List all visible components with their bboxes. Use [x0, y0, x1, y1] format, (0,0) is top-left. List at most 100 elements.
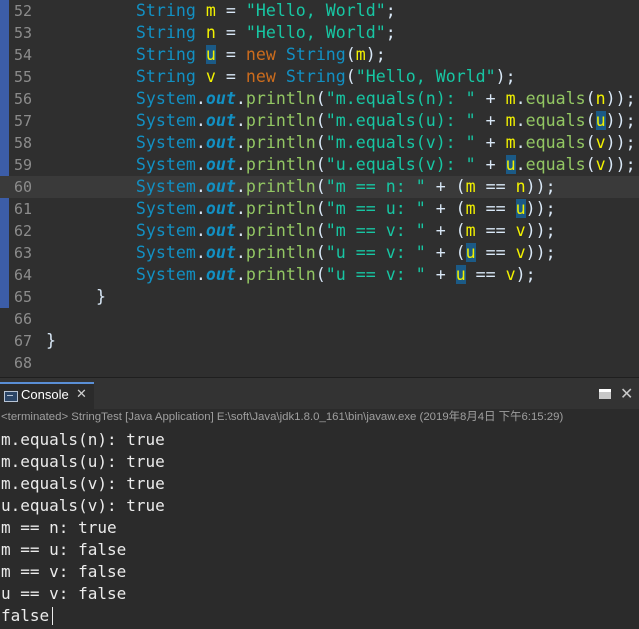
code-token: String — [285, 45, 346, 64]
output-line: false — [1, 606, 50, 625]
code-token: equals — [525, 89, 586, 108]
output-line: u == v: false — [1, 584, 127, 603]
code-text: System.out.println("m.equals(v): " + m.e… — [46, 132, 636, 154]
code-token: ( — [315, 177, 326, 196]
code-token: new — [245, 45, 276, 64]
code-token: v — [595, 133, 606, 152]
code-token: System — [135, 133, 196, 152]
code-token: ); — [515, 265, 536, 284]
code-token: u — [505, 155, 516, 174]
code-token: out — [205, 89, 236, 108]
code-token: m — [465, 177, 476, 196]
maximize-icon[interactable] — [599, 389, 611, 399]
code-token: u — [455, 265, 466, 284]
code-token: ; — [385, 1, 396, 20]
code-token: u — [205, 45, 216, 64]
code-token: ( — [315, 221, 326, 240]
code-token: ( — [585, 111, 596, 130]
line-number: 59 — [13, 156, 32, 174]
code-line[interactable]: 63 System.out.println("u == v: " + (u ==… — [0, 242, 639, 264]
code-line[interactable]: 58 System.out.println("m.equals(v): " + … — [0, 132, 639, 154]
code-token: ( — [345, 67, 356, 86]
code-token: . — [195, 265, 206, 284]
code-token: . — [195, 221, 206, 240]
code-token: )); — [605, 89, 636, 108]
code-line[interactable]: 64 System.out.println("u == v: " + u == … — [0, 264, 639, 286]
code-token: "m == n: " — [325, 177, 426, 196]
code-line[interactable]: 54 String u = new String(m); — [0, 44, 639, 66]
code-editor[interactable]: 52 String m = "Hello, World"; 53 String n… — [0, 0, 639, 377]
code-token: out — [205, 265, 236, 284]
code-token: )); — [605, 155, 636, 174]
code-token: println — [245, 133, 316, 152]
code-token: System — [135, 177, 196, 196]
code-token: String — [285, 67, 346, 86]
code-token: . — [515, 155, 526, 174]
output-line: m == u: false — [1, 540, 127, 559]
output-line: m.equals(u): true — [1, 452, 165, 471]
console-view-header: Console ✕ ✕ — [0, 377, 639, 410]
close-tab-icon[interactable]: ✕ — [76, 386, 87, 402]
code-token: )); — [525, 221, 556, 240]
code-line[interactable]: 59 System.out.println("u.equals(v): " + … — [0, 154, 639, 176]
code-token: out — [205, 133, 236, 152]
tab-console[interactable]: Console ✕ — [0, 382, 94, 410]
code-line[interactable]: 53 String n = "Hello, World"; — [0, 22, 639, 44]
close-view-icon[interactable]: ✕ — [620, 384, 633, 404]
code-token: ); — [495, 67, 516, 86]
code-line[interactable]: 60 System.out.println("m == n: " + (m ==… — [0, 176, 639, 198]
code-line[interactable]: 65 } — [0, 286, 639, 308]
code-token: == — [475, 177, 516, 196]
code-token: } — [46, 331, 56, 350]
console-tab-label: Console — [21, 387, 69, 402]
code-token: . — [515, 111, 526, 130]
code-token: "m.equals(n): " — [325, 89, 476, 108]
code-token: . — [195, 133, 206, 152]
code-text: System.out.println("m == n: " + (m == n)… — [46, 176, 556, 198]
code-token: . — [515, 89, 526, 108]
line-number: 64 — [13, 266, 32, 284]
line-number: 52 — [13, 2, 32, 20]
code-token: + — [425, 265, 456, 284]
code-token: equals — [525, 155, 586, 174]
code-token: println — [245, 221, 316, 240]
code-token: . — [235, 177, 246, 196]
code-token: System — [135, 221, 196, 240]
code-token: + ( — [425, 221, 466, 240]
line-number: 67 — [13, 332, 32, 350]
code-line[interactable]: 61 System.out.println("m == u: " + (m ==… — [0, 198, 639, 220]
code-token: out — [205, 155, 236, 174]
code-token: ; — [385, 23, 396, 42]
code-token: + — [475, 133, 506, 152]
code-line[interactable]: 67} — [0, 330, 639, 352]
code-token: ( — [345, 45, 356, 64]
code-line[interactable]: 57 System.out.println("m.equals(u): " + … — [0, 110, 639, 132]
code-token: v — [205, 67, 216, 86]
code-token: . — [235, 199, 246, 218]
console-status-line: <terminated> StringTest [Java Applicatio… — [0, 409, 639, 429]
code-token: . — [195, 243, 206, 262]
code-token: System — [135, 111, 196, 130]
code-line[interactable]: 62 System.out.println("m == v: " + (m ==… — [0, 220, 639, 242]
code-line[interactable]: 68 — [0, 352, 639, 374]
line-number: 54 — [13, 46, 32, 64]
code-token: u — [465, 243, 476, 262]
code-token: String — [135, 1, 196, 20]
console-output[interactable]: m.equals(n): true m.equals(u): true m.equa… — [0, 429, 639, 629]
code-line[interactable]: 52 String m = "Hello, World"; — [0, 0, 639, 22]
code-token: out — [205, 111, 236, 130]
code-token: . — [235, 265, 246, 284]
code-line[interactable]: 55 String v = new String("Hello, World")… — [0, 66, 639, 88]
line-number: 60 — [13, 178, 32, 196]
code-line[interactable]: 56 System.out.println("m.equals(n): " + … — [0, 88, 639, 110]
line-number: 57 — [13, 112, 32, 130]
code-token: "u == v: " — [325, 243, 426, 262]
code-token: println — [245, 265, 316, 284]
code-token: "m.equals(u): " — [325, 111, 476, 130]
code-line[interactable]: 66 — [0, 308, 639, 330]
code-text: String n = "Hello, World"; — [46, 22, 396, 44]
code-token: println — [245, 155, 316, 174]
